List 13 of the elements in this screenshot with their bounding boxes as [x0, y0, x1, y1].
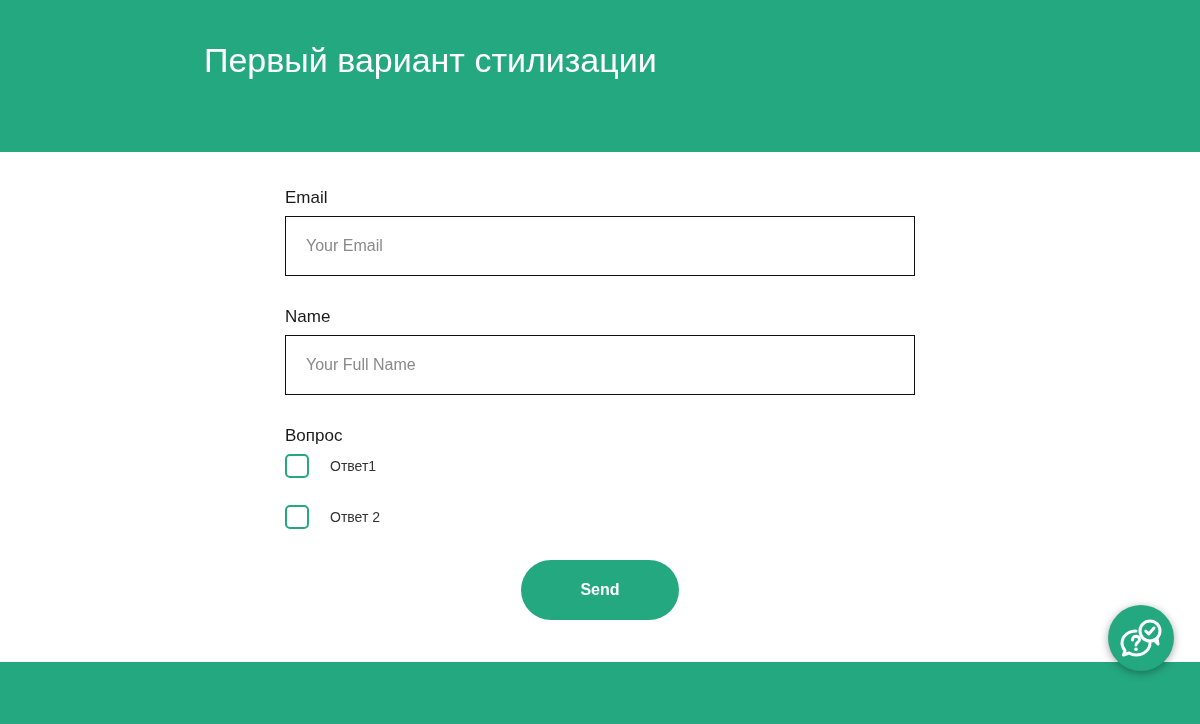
page-title: Первый вариант стилизации	[204, 40, 657, 81]
option-label: Ответ1	[330, 457, 377, 476]
question-label: Вопрос	[285, 425, 343, 447]
option-label: Ответ 2	[330, 508, 380, 527]
field-label: Name	[285, 306, 331, 328]
chat-help-button[interactable]	[1108, 605, 1174, 671]
send-button[interactable]: Send	[521, 560, 679, 620]
field-label: Email	[285, 187, 328, 209]
speech-bubbles-icon	[1119, 619, 1163, 657]
input-field[interactable]: Your Email	[285, 216, 915, 276]
checkbox[interactable]	[285, 505, 309, 529]
checkbox[interactable]	[285, 454, 309, 478]
input-field[interactable]: Your Full Name	[285, 335, 915, 395]
